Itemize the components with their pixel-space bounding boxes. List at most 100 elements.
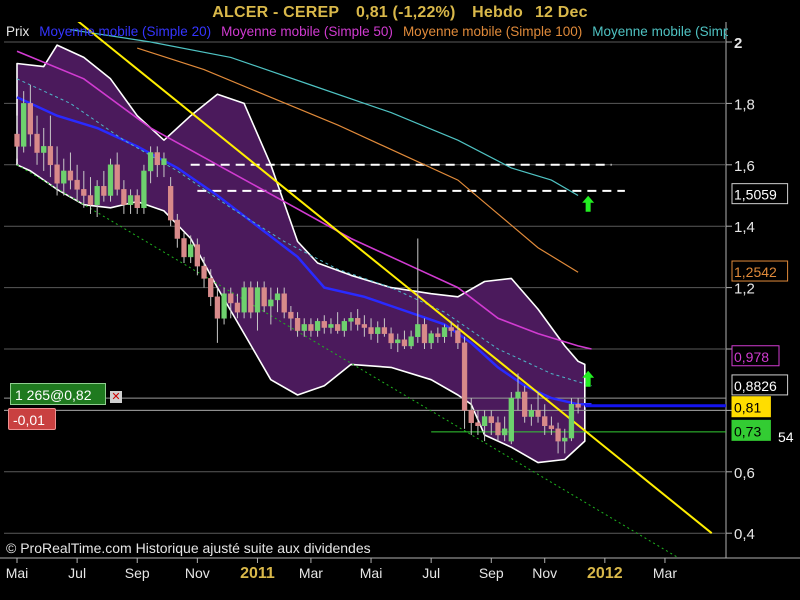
candle-down: [448, 327, 454, 331]
candle-down: [87, 195, 94, 205]
candle-up: [501, 428, 508, 436]
candle-up: [375, 327, 381, 334]
candle-down: [248, 287, 254, 313]
candle-up: [568, 404, 575, 439]
symbol-label: ALCER - CEREP: [212, 4, 340, 21]
candle-down: [435, 333, 441, 337]
candle-down: [228, 293, 234, 304]
candle-down: [154, 152, 160, 166]
candle-down: [475, 422, 481, 426]
candle-down: [81, 189, 87, 196]
candle-down: [334, 324, 341, 331]
candle-down: [67, 170, 74, 181]
price-label-text: 1,2542: [734, 264, 777, 280]
up-arrow-icon: [582, 195, 595, 212]
x-tick-label: Nov: [185, 565, 210, 581]
price-label-text: 0,73: [734, 423, 761, 439]
price-label-text: 1,5059: [734, 187, 777, 203]
candle-down: [47, 146, 54, 166]
candle-up: [94, 186, 100, 205]
candle-up: [147, 152, 154, 172]
x-tick-label: Nov: [532, 565, 557, 581]
period-label: Hebdo: [472, 4, 523, 21]
candle-up: [395, 339, 401, 344]
candle-down: [281, 293, 287, 313]
x-tick-label: 2011: [240, 565, 275, 582]
copyright-text: © ProRealTime.com Historique ajusté suit…: [6, 540, 371, 556]
candle-down: [208, 278, 214, 298]
candle-down: [34, 133, 40, 153]
candle-down: [461, 342, 468, 411]
candle-down: [522, 391, 528, 417]
candle-up: [107, 164, 114, 196]
candle-up: [268, 299, 274, 307]
candle-up: [562, 437, 568, 442]
candle-up: [428, 333, 434, 344]
x-tick-label: 2012: [587, 565, 623, 582]
candle-down: [294, 318, 301, 331]
candle-down: [355, 318, 361, 325]
y-tick-label: 2: [734, 35, 742, 52]
candle-up: [314, 321, 321, 331]
candle-down: [535, 410, 541, 417]
price-label-text: 54: [778, 429, 794, 445]
candle-down: [321, 321, 327, 328]
candle-down: [214, 296, 221, 319]
candle-up: [481, 416, 488, 427]
candle-up: [408, 336, 414, 347]
candle-up: [341, 321, 347, 331]
y-tick-label: 0,4: [734, 526, 755, 543]
candle-down: [308, 324, 314, 331]
position-badge[interactable]: 1 265@0,82: [10, 383, 106, 405]
x-tick-label: Jul: [422, 565, 440, 581]
x-tick-label: Jul: [68, 565, 86, 581]
candle-down: [261, 287, 267, 307]
candle-down: [488, 416, 494, 423]
candle-up: [61, 170, 67, 184]
price-chart[interactable]: 2 1,8 1,6 1,4 1,2 0,6 0,4 Mai Jul Sep Nov 2011 Mar Ma…: [0, 0, 800, 600]
candle-up: [441, 327, 448, 337]
candle-up: [415, 324, 421, 337]
candle-up: [141, 170, 147, 209]
candle-down: [14, 133, 20, 147]
candle-down: [421, 324, 428, 344]
x-tick-label: Sep: [125, 565, 150, 581]
legend-item-ma50: Moyenne mobile (Simple 50): [221, 24, 393, 39]
legend-item-price: Prix: [6, 24, 30, 39]
candle-down: [401, 339, 408, 347]
price-label-text: 0,81: [734, 400, 761, 416]
candle-down: [495, 422, 501, 436]
y-tick-label: 1,8: [734, 96, 755, 113]
candle-up: [221, 293, 227, 319]
price-label-text: 0,978: [734, 349, 769, 365]
resistance-trend-line: [77, 22, 713, 534]
candle-up: [348, 318, 354, 322]
plot-area: [4, 22, 726, 558]
candle-down: [455, 330, 461, 344]
candle-down: [181, 238, 187, 258]
candle-up: [328, 324, 334, 328]
candle-down: [368, 327, 374, 334]
candle-down: [174, 219, 180, 239]
y-tick-label: 0,6: [734, 465, 755, 482]
candle-down: [121, 189, 127, 205]
candle-up: [528, 410, 535, 417]
x-tick-label: Mai: [6, 565, 29, 581]
candle-down: [54, 164, 60, 184]
x-tick-label: Mar: [653, 565, 677, 581]
candle-up: [241, 287, 247, 313]
candle-down: [114, 164, 120, 190]
chart-title: ALCER - CEREP 0,81 (-1,22%) Hebdo 12 Dec: [0, 4, 800, 22]
candle-up: [254, 287, 261, 313]
candle-up: [515, 391, 521, 399]
price-label-text: 0,8826: [734, 378, 777, 394]
legend-item-ma200: Moyenne mobile (Simple 200): [592, 24, 728, 39]
y-tick-label: 1,6: [734, 158, 755, 175]
candle-up: [508, 397, 514, 442]
y-tick-label: 1,4: [734, 219, 755, 236]
candle-down: [101, 186, 107, 196]
candle-down: [361, 324, 368, 328]
close-position-icon[interactable]: ✕: [110, 391, 122, 403]
x-tick-label: Mai: [360, 565, 383, 581]
legend: Prix Moyenne mobile (Simple 20) Moyenne mo…: [6, 24, 728, 39]
